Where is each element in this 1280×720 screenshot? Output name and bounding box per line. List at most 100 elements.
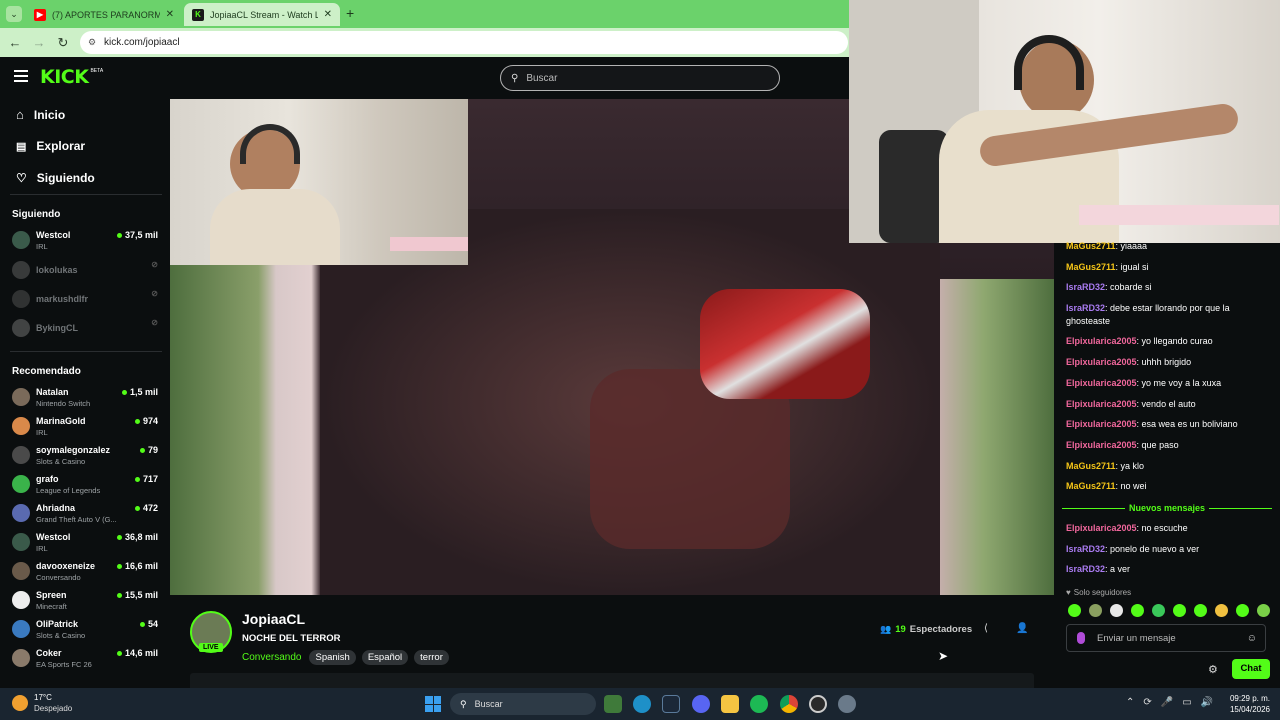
nav-inicio[interactable]: ⌂ Inicio — [16, 107, 65, 122]
following-item[interactable]: markushdlfr ⊘ — [12, 288, 162, 316]
chat-username[interactable]: MaGus2711 — [1066, 481, 1116, 491]
recommended-item[interactable]: OliPatrick Slots & Casino 54 — [12, 618, 162, 646]
recommended-item[interactable]: soymalegonzalez Slots & Casino 79 — [12, 444, 162, 472]
network-icon[interactable]: ▭ — [1182, 697, 1191, 708]
sidebar: ⌂ Inicio ▤ Explorar ♡ Siguiendo Siguiend… — [0, 99, 170, 688]
chat-username[interactable]: Elpixularica2005 — [1066, 336, 1137, 346]
viewers-count: 19 — [895, 624, 906, 635]
channel-name: markushdlfr — [36, 294, 89, 304]
chat-username[interactable]: MaGus2711 — [1066, 262, 1116, 272]
tab-label: JopiaaCL Stream - Watch Live o — [210, 9, 318, 20]
emote-icon[interactable] — [1068, 604, 1081, 617]
emote-icon[interactable] — [1173, 604, 1186, 617]
recommended-item[interactable]: Ahriadna Grand Theft Auto V (G... 472 — [12, 502, 162, 530]
recommended-item[interactable]: Westcol IRL 36,8 mil — [12, 531, 162, 559]
following-item[interactable]: BykingCL ⊘ — [12, 317, 162, 345]
close-icon[interactable]: ✕ — [166, 9, 174, 20]
edge-icon[interactable] — [633, 695, 651, 713]
obs-icon[interactable] — [809, 695, 827, 713]
chat-username[interactable]: Elpixularica2005 — [1066, 523, 1137, 533]
chat-username[interactable]: IsraRD32 — [1066, 564, 1105, 574]
settings-icon[interactable] — [838, 695, 856, 713]
file-explorer-icon[interactable] — [721, 695, 739, 713]
nav-explorar[interactable]: ▤ Explorar — [16, 139, 85, 153]
recommended-item[interactable]: MarinaGold IRL 974 — [12, 415, 162, 443]
start-icon[interactable] — [425, 696, 441, 712]
chevron-up-icon[interactable]: ⌃ — [1126, 697, 1134, 708]
tag-terror[interactable]: terror — [414, 650, 449, 665]
chat-username[interactable]: MaGus2711 — [1066, 241, 1116, 251]
chat-send-button[interactable]: Chat — [1232, 659, 1270, 679]
following-item[interactable]: lokolukas ⊘ — [12, 259, 162, 287]
emote-icon[interactable] — [1215, 604, 1228, 617]
viewer-count: 14,6 mil — [116, 648, 158, 658]
url-field[interactable]: ⚙ kick.com/jopiaacl — [80, 31, 848, 54]
nav-siguiendo[interactable]: ♡ Siguiendo — [16, 171, 95, 185]
live-dot-icon — [134, 418, 140, 424]
emote-icon[interactable] — [1131, 604, 1144, 617]
site-info-icon[interactable]: ⚙ — [88, 37, 96, 48]
channel-name: OliPatrick — [36, 619, 79, 629]
new-tab-button[interactable]: + — [346, 5, 354, 21]
emote-icon[interactable] — [1152, 604, 1165, 617]
steam-icon[interactable] — [662, 695, 680, 713]
sync-icon[interactable]: ⟳ — [1143, 697, 1151, 708]
tab-kick[interactable]: K JopiaaCL Stream - Watch Live o ✕ — [184, 3, 340, 26]
chat-username[interactable]: IsraRD32 — [1066, 303, 1105, 313]
minecraft-icon[interactable] — [604, 695, 622, 713]
emoji-icon[interactable]: ☺ — [1247, 633, 1257, 644]
emote-icon[interactable] — [1257, 604, 1270, 617]
recommended-item[interactable]: davooxeneize Conversando 16,6 mil — [12, 560, 162, 588]
chat-message: IsraRD32: cobarde si — [1066, 281, 1271, 294]
chrome-icon[interactable] — [780, 695, 798, 713]
recommended-item[interactable]: Natalan Nintendo Switch 1,5 mil — [12, 386, 162, 414]
share-icon[interactable]: ⟨ — [984, 623, 988, 634]
forward-button[interactable]: → — [30, 34, 48, 52]
emote-icon[interactable] — [1110, 604, 1123, 617]
volume-icon[interactable]: 🔊 — [1201, 697, 1213, 708]
recommended-item[interactable]: Coker EA Sports FC 26 14,6 mil — [12, 647, 162, 675]
chat-username[interactable]: Elpixularica2005 — [1066, 357, 1137, 367]
clock[interactable]: 09:29 p. m. 15/04/2026 — [1226, 693, 1270, 715]
microphone-icon[interactable] — [1077, 632, 1085, 644]
reload-button[interactable]: ↻ — [54, 34, 72, 52]
chat-username[interactable]: Elpixularica2005 — [1066, 419, 1137, 429]
tag-spanish[interactable]: Spanish — [309, 650, 356, 665]
kick-logo[interactable]: KICK BETA — [40, 66, 103, 88]
streamer-name[interactable]: JopiaaCL — [242, 611, 305, 627]
category-link[interactable]: Conversando — [242, 652, 301, 663]
chat-username[interactable]: Elpixularica2005 — [1066, 440, 1137, 450]
emote-icon[interactable] — [1089, 604, 1102, 617]
follow-icon[interactable]: 👤 — [1016, 623, 1028, 634]
discord-icon[interactable] — [692, 695, 710, 713]
chat-settings-icon[interactable]: ⚙ — [1208, 663, 1218, 676]
tag-espanol[interactable]: Español — [361, 650, 409, 665]
stream-title: NOCHE DEL TERROR — [242, 633, 341, 644]
taskbar-search[interactable]: ⚲ Buscar — [450, 693, 596, 715]
chat-username[interactable]: Elpixularica2005 — [1066, 378, 1137, 388]
chat-text: : yo llegando curao — [1136, 336, 1213, 346]
avatar — [12, 649, 30, 667]
following-item[interactable]: Westcol IRL 37,5 mil — [12, 229, 162, 257]
chat-username[interactable]: MaGus2711 — [1066, 461, 1116, 471]
back-button[interactable]: ← — [6, 34, 24, 52]
weather-widget[interactable]: 17°C Despejado — [12, 692, 72, 714]
tab-list-button[interactable]: ⌄ — [6, 6, 22, 22]
close-icon[interactable]: ✕ — [324, 9, 332, 20]
chat-input[interactable]: Enviar un mensaje ☺ — [1066, 624, 1266, 652]
chat-username[interactable]: Elpixularica2005 — [1066, 399, 1137, 409]
search-input[interactable]: ⚲ Buscar — [500, 65, 780, 91]
recommended-item[interactable]: Spreen Minecraft 15,5 mil — [12, 589, 162, 617]
channel-category: EA Sports FC 26 — [36, 660, 92, 669]
tab-youtube[interactable]: ▶ (7) APORTES PARANORMALES ✕ — [26, 3, 182, 26]
avatar — [12, 388, 30, 406]
spotify-icon[interactable] — [750, 695, 768, 713]
recommended-item[interactable]: grafo League of Legends 717 — [12, 473, 162, 501]
menu-icon[interactable] — [14, 70, 28, 82]
mic-icon[interactable]: 🎤 — [1161, 697, 1173, 708]
tray-icons[interactable]: ⌃ ⟳ 🎤 ▭ 🔊 — [1126, 697, 1213, 708]
chat-username[interactable]: IsraRD32 — [1066, 544, 1105, 554]
emote-icon[interactable] — [1236, 604, 1249, 617]
emote-icon[interactable] — [1194, 604, 1207, 617]
chat-username[interactable]: IsraRD32 — [1066, 282, 1105, 292]
